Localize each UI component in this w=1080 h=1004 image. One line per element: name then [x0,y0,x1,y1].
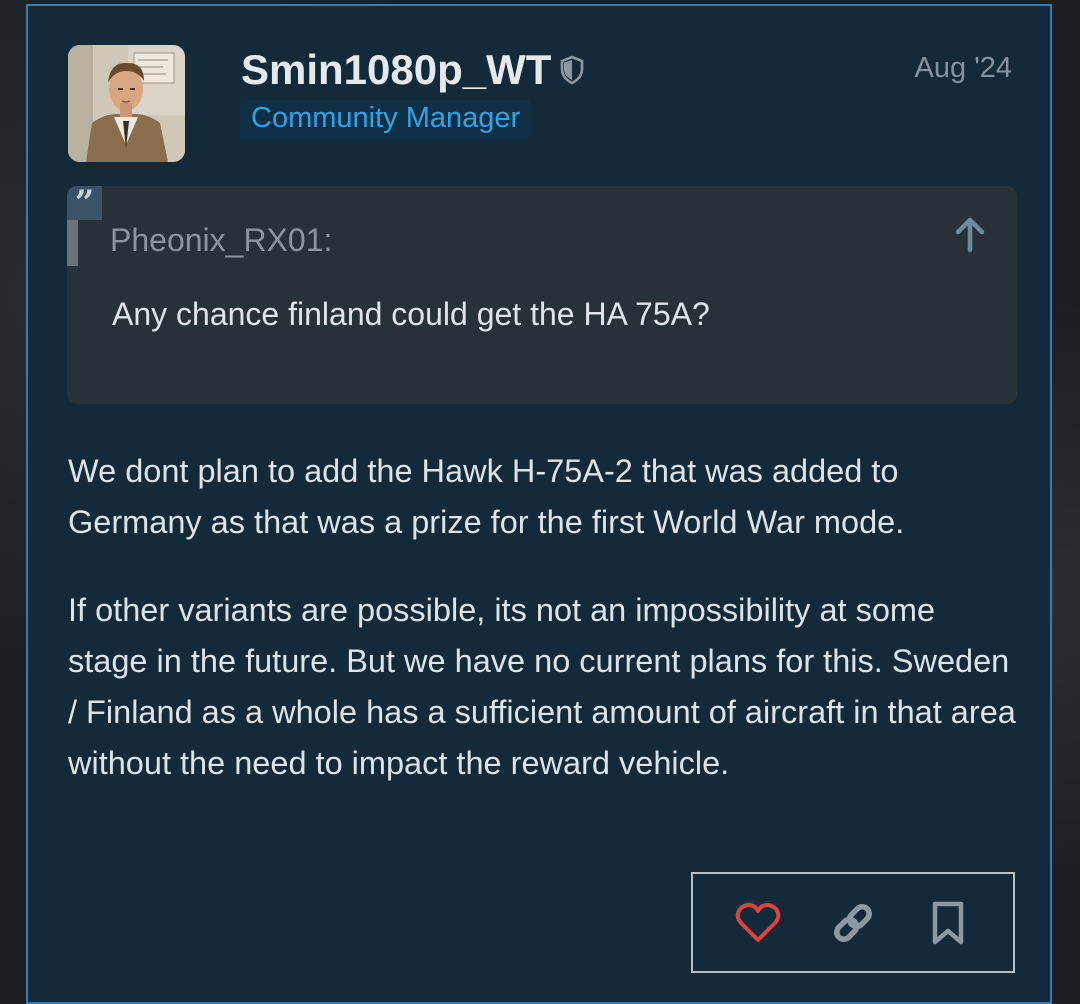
forum-post: Smin1080p_WT Community Manager Aug '24 ”… [26,4,1052,1004]
avatar-portrait-image [68,45,185,162]
username-row: Smin1080p_WT [241,46,585,94]
quote-bar [67,220,78,266]
like-button[interactable] [728,893,788,953]
quote-mark-icon: ” [67,186,102,220]
bookmark-button[interactable] [918,893,978,953]
heart-icon [736,902,781,942]
quote-block: ” Pheonix_RX01: Any chance finland could… [67,186,1017,404]
post-actions [691,872,1015,973]
bookmark-icon [932,901,963,944]
link-icon [834,903,872,942]
post-body: We dont plan to add the Hawk H-75A-2 tha… [68,446,1023,826]
post-date[interactable]: Aug '24 [915,52,1012,85]
quote-text: Any chance finland could get the HA 75A? [112,296,710,332]
user-title-badge: Community Manager [240,100,531,139]
post-paragraph: We dont plan to add the Hawk H-75A-2 tha… [68,453,905,540]
moderator-shield-icon [561,55,584,85]
share-link-button[interactable] [823,893,883,953]
arrow-up-icon[interactable] [953,216,987,254]
avatar[interactable] [68,45,185,162]
post-paragraph: If other variants are possible, its not … [68,592,1016,781]
username-link[interactable]: Smin1080p_WT [241,46,551,94]
quote-author: Pheonix_RX01: [110,222,333,258]
